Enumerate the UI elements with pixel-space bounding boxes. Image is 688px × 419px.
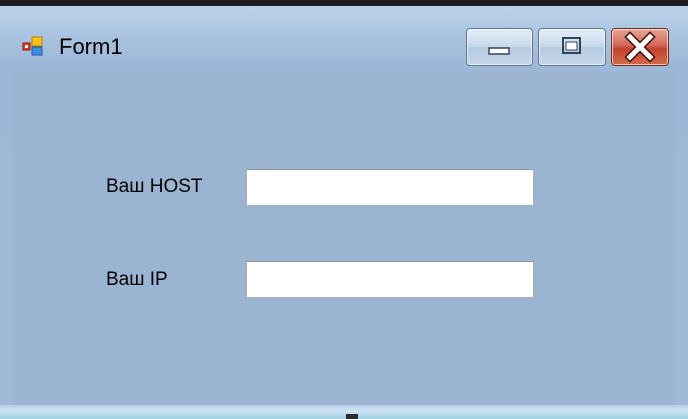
form-client-area: Ваш HOST Ваш IP <box>13 72 675 407</box>
bottom-resize-grip <box>346 414 358 419</box>
maximize-button[interactable] <box>538 28 606 66</box>
host-label: Ваш HOST <box>106 176 203 197</box>
winforms-app-icon <box>22 35 44 57</box>
ip-textbox[interactable] <box>246 261 534 298</box>
window-bottom-border <box>0 405 688 419</box>
form-window: Form1 Ваш HOST Ваш IP <box>0 6 688 419</box>
host-textbox[interactable] <box>246 169 534 206</box>
title-bar[interactable]: Form1 <box>0 6 688 72</box>
ip-label: Ваш IP <box>106 269 168 290</box>
close-button[interactable] <box>611 28 669 66</box>
window-title: Form1 <box>59 34 123 59</box>
minimize-button[interactable] <box>466 28 533 66</box>
